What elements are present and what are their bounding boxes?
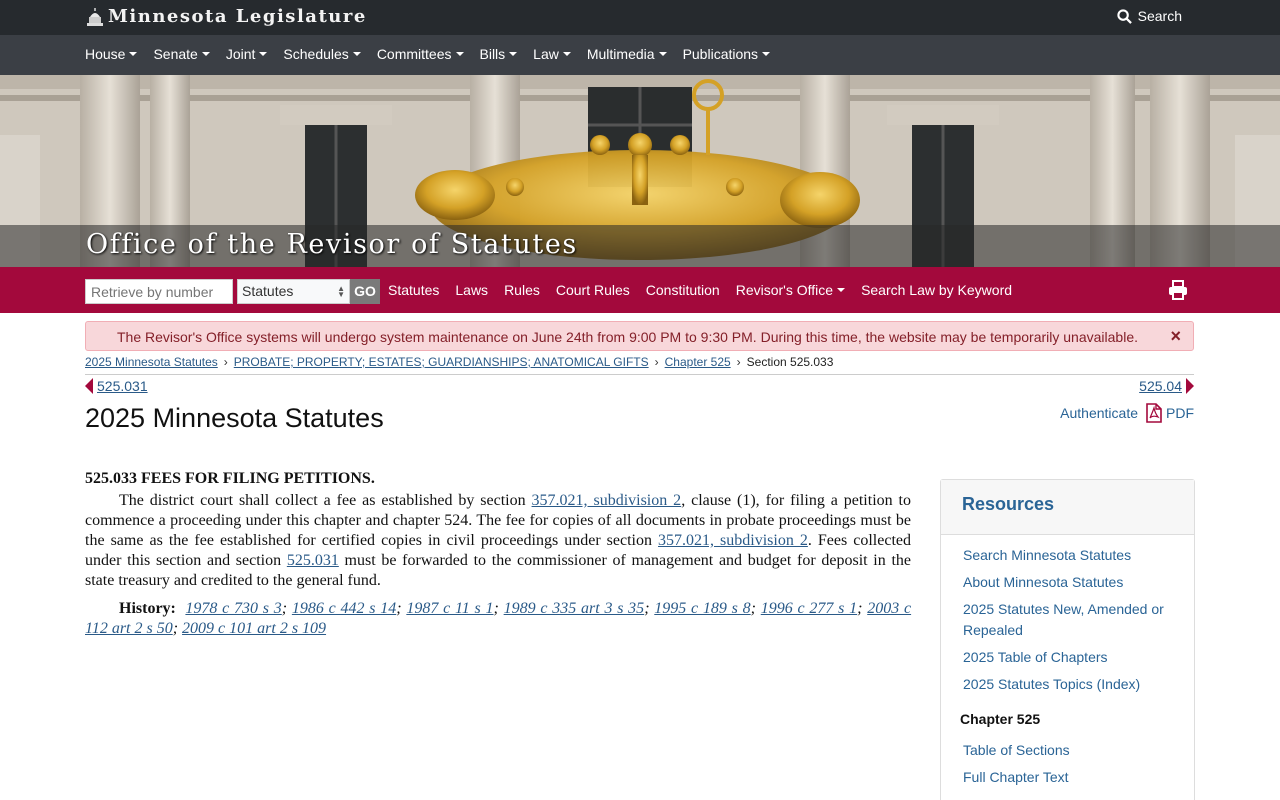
hero-banner: Office of the Revisor of Statutes [0,75,1280,267]
close-icon[interactable]: × [1170,326,1181,347]
breadcrumb-probate[interactable]: PROBATE; PROPERTY; ESTATES; GUARDIANSHIP… [234,355,649,369]
statute-link[interactable]: 357.021, subdivision 2 [658,532,808,549]
caret-down-icon [129,52,138,56]
revisor-link-rules[interactable]: Rules [504,282,540,298]
statute-link[interactable]: 525.031 [287,552,339,569]
statute-body: 525.033 FEES FOR FILING PETITIONS. The d… [85,469,911,639]
caret-down-icon [562,52,571,56]
nav-law[interactable]: Law [533,46,571,62]
arrow-right-icon [1186,378,1194,394]
statute-link[interactable]: 357.021, subdivision 2 [532,492,682,509]
top-search-button[interactable]: Search [1117,8,1182,24]
nav-house[interactable]: House [85,46,138,62]
main-nav: House Senate Joint Schedules Committees … [0,35,1280,75]
caret-down-icon [509,52,518,56]
caret-down-icon [455,52,464,56]
resource-link[interactable]: About Minnesota Statutes [963,572,1183,593]
document-actions: Authenticate PDF [1060,403,1194,423]
nav-joint[interactable]: Joint [226,46,268,62]
nav-schedules[interactable]: Schedules [283,46,361,62]
alert-message: The Revisor's Office systems will underg… [117,329,1138,345]
resources-panel: Resources Search Minnesota Statutes Abou… [940,479,1195,800]
history-link[interactable]: 1995 c 189 s 8 [654,600,750,617]
breadcrumb-statutes[interactable]: 2025 Minnesota Statutes [85,355,218,369]
history-label: History: [119,600,176,617]
revisor-link-constitution[interactable]: Constitution [646,282,720,298]
search-icon [1117,8,1132,24]
revisor-link-laws[interactable]: Laws [455,282,488,298]
pdf-link[interactable]: PDF [1146,403,1194,423]
go-button[interactable]: GO [350,279,380,304]
nav-senate[interactable]: Senate [153,46,210,62]
document-type-select[interactable]: Statutes ▲ ▼ [237,279,350,304]
hero-title: Office of the Revisor of Statutes [86,229,578,260]
chevron-right-icon: › [654,355,659,369]
chapter-heading: Chapter 525 [960,711,1041,727]
top-bar: Minnesota Legislature Search [0,0,1280,35]
resources-header: Resources [941,480,1194,535]
history-link[interactable]: 1989 c 335 art 3 s 35 [504,600,645,617]
resource-link[interactable]: 2025 Statutes Topics (Index) [963,674,1183,695]
search-label: Search [1137,8,1182,24]
nav-publications[interactable]: Publications [683,46,771,62]
next-section-link[interactable]: 525.04 [1139,378,1194,394]
brand-title: Minnesota Legislature [108,6,367,27]
history-link[interactable]: 1978 c 730 s 3 [185,600,281,617]
chapter-link[interactable]: Full Chapter Text [963,767,1183,788]
revisor-link-revisors-office[interactable]: Revisor's Office [736,282,846,298]
caret-down-icon [259,52,268,56]
maintenance-alert: The Revisor's Office systems will underg… [85,321,1194,351]
caret-down-icon [658,52,667,56]
history-link[interactable]: 1986 c 442 s 14 [292,600,396,617]
chevron-right-icon: › [736,355,741,369]
statute-paragraph: The district court shall collect a fee a… [85,492,912,589]
arrow-left-icon [85,378,93,394]
capitol-icon [87,7,103,26]
revisor-link-search-by-keyword[interactable]: Search Law by Keyword [861,282,1012,298]
caret-down-icon [837,288,846,292]
caret-down-icon [762,52,771,56]
history-link[interactable]: 2009 c 101 art 2 s 109 [182,620,326,637]
authenticate-link[interactable]: Authenticate [1060,405,1138,421]
select-arrows-icon: ▲ ▼ [337,284,345,299]
breadcrumb: 2025 Minnesota Statutes › PROBATE; PROPE… [85,355,833,369]
revisor-link-court-rules[interactable]: Court Rules [556,282,630,298]
breadcrumb-current: Section 525.033 [746,355,834,369]
history-line: History: 1978 c 730 s 3; 1986 c 442 s 14… [85,600,912,637]
history-link[interactable]: 1987 c 11 s 1 [406,600,493,617]
previous-section-link[interactable]: 525.031 [85,378,148,394]
chapter-link[interactable]: Table of Sections [963,740,1183,761]
revisor-toolbar: Statutes ▲▼ GO Statutes Laws Rules Court… [0,267,1280,313]
resource-link[interactable]: Search Minnesota Statutes [963,545,1183,566]
section-heading: 525.033 FEES FOR FILING PETITIONS. [85,470,375,487]
page-title: 2025 Minnesota Statutes [85,403,384,433]
breadcrumb-chapter[interactable]: Chapter 525 [665,355,731,369]
chevron-right-icon: › [223,355,228,369]
resource-link[interactable]: 2025 Statutes New, Amended or Repealed [963,599,1183,641]
resources-title: Resources [962,494,1055,514]
nav-committees[interactable]: Committees [377,46,464,62]
resource-link[interactable]: 2025 Table of Chapters [963,647,1183,668]
divider [85,374,1194,375]
revisor-link-statutes[interactable]: Statutes [388,282,439,298]
history-link[interactable]: 1996 c 277 s 1 [761,600,857,617]
caret-down-icon [352,52,361,56]
nav-multimedia[interactable]: Multimedia [587,46,667,62]
site-brand[interactable]: Minnesota Legislature [86,6,367,27]
caret-down-icon [201,52,210,56]
nav-bills[interactable]: Bills [480,46,518,62]
print-icon[interactable] [1168,280,1188,300]
retrieve-by-number-input[interactable] [85,279,233,304]
pdf-icon [1146,403,1162,423]
